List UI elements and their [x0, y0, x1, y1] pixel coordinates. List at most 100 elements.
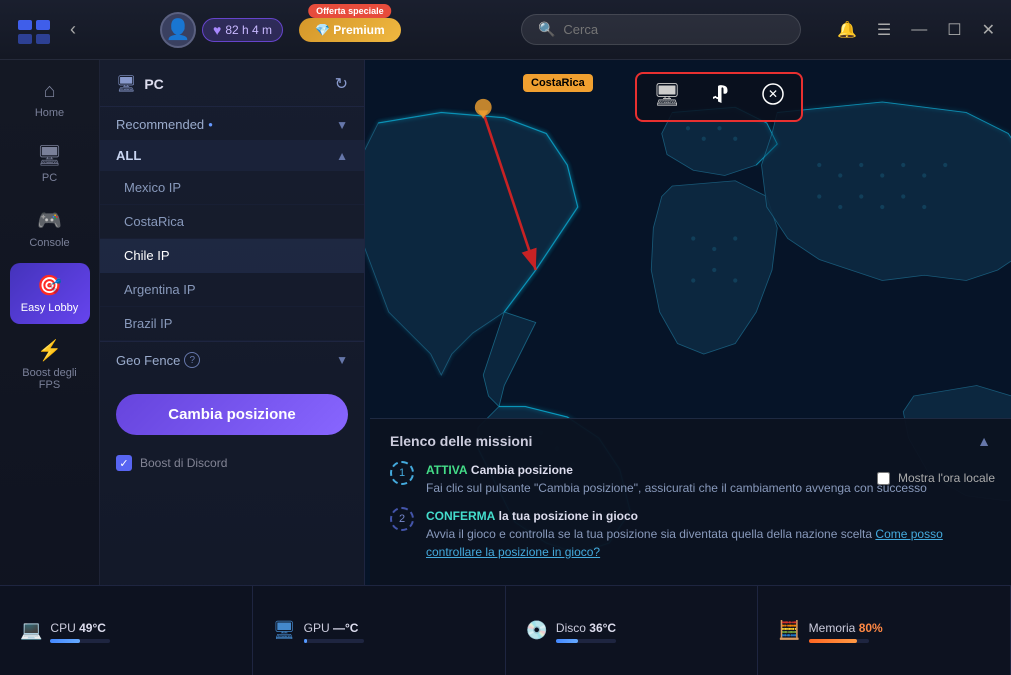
- easy-lobby-icon: 🎯: [37, 273, 62, 298]
- heart-icon: ♥: [213, 22, 221, 38]
- svg-text:✕: ✕: [768, 87, 778, 101]
- disco-label: Disco: [556, 621, 589, 635]
- platform-tabs: 🖥 ✕: [635, 72, 803, 122]
- sidebar-item-console[interactable]: 🎮 Console: [10, 198, 90, 259]
- mission-badge-1: ATTIVA: [426, 463, 468, 477]
- missions-panel: Elenco delle missioni ▲ 1 ATTIVA Cambia …: [370, 418, 1011, 585]
- offerta-badge: Offerta speciale: [308, 4, 392, 18]
- user-avatar: 👤: [160, 12, 196, 48]
- sidebar-item-boost-fps[interactable]: ⚡ Boost degli FPS: [10, 328, 90, 401]
- gpu-icon: 🖥: [273, 620, 296, 641]
- gpu-bar: [304, 639, 364, 643]
- ps-platform-tab[interactable]: [703, 80, 739, 114]
- notification-button[interactable]: 🔔: [833, 16, 861, 44]
- boost-discord-label: Boost di Discord: [140, 456, 227, 470]
- search-input[interactable]: [563, 22, 784, 37]
- gpu-bar-fill: [304, 639, 307, 643]
- sidebar-item-label: Boost degli FPS: [18, 367, 82, 391]
- cambia-posizione-button[interactable]: Cambia posizione: [116, 394, 348, 435]
- left-panel: 🖥 PC ↻ Recommended ● ▼ ALL ▲ Mexico IP C…: [100, 60, 365, 675]
- sidebar-item-label: Easy Lobby: [21, 302, 78, 314]
- close-button[interactable]: ✕: [978, 16, 999, 44]
- gpu-value: —°C: [333, 621, 358, 635]
- local-time-row: Mostra l'ora locale: [877, 471, 995, 485]
- mission-num-2: 2: [390, 507, 414, 531]
- cpu-bar-fill: [50, 639, 79, 643]
- restore-button[interactable]: ☐: [943, 16, 965, 44]
- search-bar[interactable]: 🔍: [521, 14, 801, 45]
- geo-fence-label: Geo Fence: [116, 353, 180, 368]
- status-bar: 💻 CPU 49°C 🖥 GPU —°C 💿 Disco 36°C: [0, 585, 1011, 675]
- panel-header: 🖥 PC ↻: [100, 60, 364, 107]
- console-icon: 🎮: [37, 208, 62, 233]
- minimize-button[interactable]: —: [907, 17, 931, 43]
- status-gpu: 🖥 GPU —°C: [253, 586, 506, 675]
- recommended-dot: ●: [208, 120, 213, 129]
- local-time-label: Mostra l'ora locale: [898, 471, 995, 485]
- server-item-costarica[interactable]: CostaRica: [100, 205, 364, 239]
- sidebar-item-easy-lobby[interactable]: 🎯 Easy Lobby: [10, 263, 90, 324]
- disco-value: 36°C: [589, 621, 616, 635]
- menu-button[interactable]: ☰: [873, 16, 895, 44]
- geo-fence-section[interactable]: Geo Fence ? ▼: [100, 341, 364, 378]
- topbar-actions: 🔔 ☰ — ☐ ✕: [833, 16, 999, 44]
- search-icon: 🔍: [538, 21, 555, 38]
- boost-discord-checkbox[interactable]: ✓: [116, 455, 132, 471]
- recommended-chevron-icon: ▼: [336, 118, 348, 132]
- sidebar-item-label: Home: [35, 107, 64, 119]
- status-cpu: 💻 CPU 49°C: [0, 586, 253, 675]
- premium-diamond-icon: 💎: [315, 23, 333, 37]
- memoria-value: 80%: [859, 621, 883, 635]
- xbox-platform-tab[interactable]: ✕: [755, 80, 791, 114]
- sidebar-item-label: Console: [29, 237, 69, 249]
- panel-refresh-button[interactable]: ↻: [335, 74, 348, 94]
- local-time-checkbox[interactable]: [877, 472, 890, 485]
- missions-header: Elenco delle missioni ▲: [390, 433, 991, 449]
- memoria-bar-fill: [809, 639, 857, 643]
- gpu-label: GPU: [304, 621, 333, 635]
- xp-display: ♥ 82 h 4 m: [202, 18, 283, 42]
- mission-badge-2: CONFERMA: [426, 509, 495, 523]
- mission-title-2: la tua posizione in gioco: [499, 509, 638, 523]
- back-button[interactable]: ‹: [66, 15, 80, 44]
- geo-question-icon: ?: [184, 352, 200, 368]
- cpu-label: CPU: [50, 621, 79, 635]
- costarica-tooltip: CostaRica: [523, 74, 593, 92]
- disco-bar: [556, 639, 616, 643]
- recommended-label: Recommended: [116, 117, 204, 132]
- panel-pc-icon: 🖥: [116, 74, 136, 94]
- mission-title-1: Cambia posizione: [471, 463, 573, 477]
- sidebar-item-label: PC: [42, 172, 57, 184]
- premium-button[interactable]: Offerta speciale 💎 Premium: [299, 18, 401, 42]
- mission-item-2: 2 CONFERMA la tua posizione in gioco Avv…: [390, 507, 991, 561]
- memoria-label: Memoria: [809, 621, 859, 635]
- all-chevron-icon: ▲: [336, 149, 348, 163]
- main-area: 🖥 PC ↻ Recommended ● ▼ ALL ▲ Mexico IP C…: [100, 60, 1011, 675]
- pc-platform-tab[interactable]: 🖥: [647, 80, 687, 114]
- home-icon: ⌂: [43, 80, 55, 103]
- mission-text-1: ATTIVA Cambia posizione Fai clic sul pul…: [426, 461, 927, 497]
- missions-collapse-button[interactable]: ▲: [977, 433, 991, 449]
- disco-bar-fill: [556, 639, 578, 643]
- cpu-icon: 💻: [20, 620, 42, 641]
- server-item-mexico[interactable]: Mexico IP: [100, 171, 364, 205]
- disco-icon: 💿: [526, 620, 548, 641]
- memoria-icon: 🧮: [778, 620, 800, 641]
- geo-chevron-icon: ▼: [336, 353, 348, 367]
- recommended-section[interactable]: Recommended ● ▼: [100, 107, 364, 140]
- boost-icon: ⚡: [37, 338, 62, 363]
- topbar: ‹ 👤 ♥ 82 h 4 m Offerta speciale 💎 Premiu…: [0, 0, 1011, 60]
- sidebar-item-home[interactable]: ⌂ Home: [10, 70, 90, 129]
- server-item-argentina[interactable]: Argentina IP: [100, 273, 364, 307]
- cpu-bar: [50, 639, 110, 643]
- server-item-chile[interactable]: Chile IP: [100, 239, 364, 273]
- panel-title: PC: [144, 76, 163, 92]
- mission-num-1: 1: [390, 461, 414, 485]
- pc-icon: 🖥: [37, 143, 62, 168]
- all-section[interactable]: ALL ▲: [100, 140, 364, 171]
- boost-discord-row: ✓ Boost di Discord: [100, 451, 364, 475]
- sidebar-item-pc[interactable]: 🖥 PC: [10, 133, 90, 194]
- status-memoria: 🧮 Memoria 80%: [758, 586, 1011, 675]
- missions-title: Elenco delle missioni: [390, 433, 532, 449]
- server-item-brazil[interactable]: Brazil IP: [100, 307, 364, 341]
